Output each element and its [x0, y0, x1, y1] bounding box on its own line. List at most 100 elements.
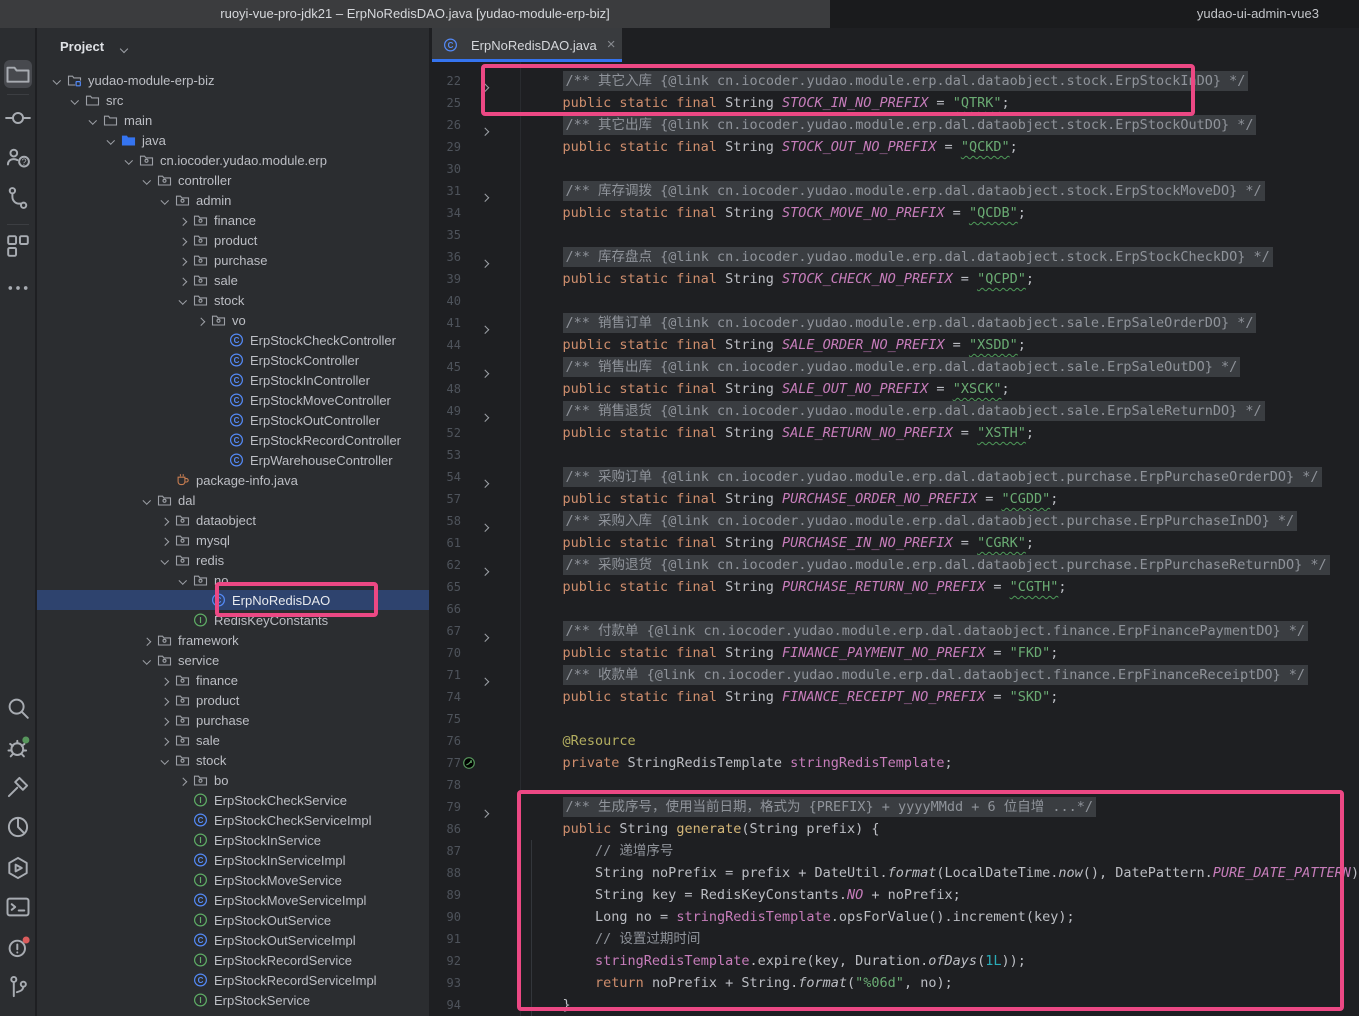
chevron-down-icon[interactable]: [156, 751, 174, 769]
tree-item-no[interactable]: no: [37, 570, 429, 590]
code-line-70[interactable]: 70 public static final String FINANCE_PA…: [430, 642, 1359, 664]
structure-icon[interactable]: [4, 232, 32, 260]
code-line-79[interactable]: 79 /** 生成序号，使用当前日期，格式为 {PREFIX} + yyyyMM…: [430, 796, 1359, 818]
tree-item-controller[interactable]: controller: [37, 170, 429, 190]
code-line-44[interactable]: 44 public static final String SALE_ORDER…: [430, 334, 1359, 356]
code-line-25[interactable]: 25 public static final String STOCK_IN_N…: [430, 92, 1359, 114]
chevron-right-icon[interactable]: [192, 311, 210, 329]
code-line-53[interactable]: 53: [430, 444, 1359, 466]
tree-item-erpstockcheckservice[interactable]: IErpStockCheckService: [37, 790, 429, 810]
code-line-54[interactable]: 54 /** 采购订单 {@link cn.iocoder.yudao.modu…: [430, 466, 1359, 488]
code-editor[interactable]: 22 /** 其它入库 {@link cn.iocoder.yudao.modu…: [430, 62, 1359, 1016]
code-line-76[interactable]: 76 @Resource: [430, 730, 1359, 752]
chevron-right-icon[interactable]: [156, 691, 174, 709]
chevron-right-icon[interactable]: [156, 671, 174, 689]
chevron-down-icon[interactable]: [156, 551, 174, 569]
tree-item-erpstockcheckserviceimpl[interactable]: CErpStockCheckServiceImpl: [37, 810, 429, 830]
chevron-down-icon[interactable]: [156, 191, 174, 209]
tree-item-cn-iocoder-yudao-module-erp[interactable]: cn.iocoder.yudao.module.erp: [37, 150, 429, 170]
code-line-26[interactable]: 26 /** 其它出库 {@link cn.iocoder.yudao.modu…: [430, 114, 1359, 136]
code-line-92[interactable]: 92 stringRedisTemplate.expire(key, Durat…: [430, 950, 1359, 972]
tree-item-erpwarehousecontroller[interactable]: CErpWarehouseController: [37, 450, 429, 470]
chevron-right-icon[interactable]: [138, 631, 156, 649]
tree-item-admin[interactable]: admin: [37, 190, 429, 210]
code-line-74[interactable]: 74 public static final String FINANCE_RE…: [430, 686, 1359, 708]
chevron-down-icon[interactable]: [138, 171, 156, 189]
code-line-57[interactable]: 57 public static final String PURCHASE_O…: [430, 488, 1359, 510]
chevron-down-icon[interactable]: [84, 111, 102, 129]
code-line-94[interactable]: 94 }: [430, 994, 1359, 1016]
chevron-down-icon[interactable]: [138, 651, 156, 669]
tab-close-icon[interactable]: ×: [607, 38, 616, 52]
problems-icon[interactable]: [4, 933, 32, 961]
chevron-right-icon[interactable]: [174, 771, 192, 789]
tree-item-framework[interactable]: framework: [37, 630, 429, 650]
tree-item-service[interactable]: service: [37, 650, 429, 670]
chevron-down-icon[interactable]: [120, 151, 138, 169]
pull-requests-icon[interactable]: ?: [4, 144, 32, 172]
chevron-down-icon[interactable]: [102, 131, 120, 149]
code-line-91[interactable]: 91 // 设置过期时间: [430, 928, 1359, 950]
tree-item-erpnoredisdao[interactable]: CErpNoRedisDAO: [37, 590, 429, 610]
chevron-down-icon[interactable]: [66, 91, 84, 109]
project-icon[interactable]: [4, 60, 32, 88]
code-line-35[interactable]: 35: [430, 224, 1359, 246]
tree-item-finance[interactable]: finance: [37, 210, 429, 230]
tree-item-erpstockincontroller[interactable]: CErpStockInController: [37, 370, 429, 390]
background-window-title[interactable]: yudao-ui-admin-vue3: [830, 0, 1359, 28]
project-panel-header[interactable]: Project: [37, 28, 429, 68]
tree-item-erpstockcontroller[interactable]: CErpStockController: [37, 350, 429, 370]
tree-item-dal[interactable]: dal: [37, 490, 429, 510]
code-line-78[interactable]: 78: [430, 774, 1359, 796]
tree-item-sale[interactable]: sale: [37, 730, 429, 750]
code-line-61[interactable]: 61 public static final String PURCHASE_I…: [430, 532, 1359, 554]
code-line-67[interactable]: 67 /** 付款单 {@link cn.iocoder.yudao.modul…: [430, 620, 1359, 642]
code-line-48[interactable]: 48 public static final String SALE_OUT_N…: [430, 378, 1359, 400]
chevron-right-icon[interactable]: [156, 531, 174, 549]
chevron-right-icon[interactable]: [156, 711, 174, 729]
code-line-71[interactable]: 71 /** 收款单 {@link cn.iocoder.yudao.modul…: [430, 664, 1359, 686]
code-line-90[interactable]: 90 Long no = stringRedisTemplate.opsForV…: [430, 906, 1359, 928]
code-line-58[interactable]: 58 /** 采购入库 {@link cn.iocoder.yudao.modu…: [430, 510, 1359, 532]
debug-icon[interactable]: [4, 733, 32, 761]
tree-item-product[interactable]: product: [37, 230, 429, 250]
chevron-right-icon[interactable]: [156, 731, 174, 749]
more-tool-windows-icon[interactable]: [4, 274, 32, 302]
code-line-77[interactable]: 77 private StringRedisTemplate stringRed…: [430, 752, 1359, 774]
tree-item-erpstockmovecontroller[interactable]: CErpStockMoveController: [37, 390, 429, 410]
spring-bean-icon[interactable]: [462, 756, 476, 770]
tree-item-main[interactable]: main: [37, 110, 429, 130]
chevron-right-icon[interactable]: [174, 271, 192, 289]
tree-item-finance[interactable]: finance: [37, 670, 429, 690]
code-line-89[interactable]: 89 String key = RedisKeyConstants.NO + n…: [430, 884, 1359, 906]
chevron-down-icon[interactable]: [48, 71, 66, 89]
profiler-icon[interactable]: [4, 813, 32, 841]
code-line-66[interactable]: 66: [430, 598, 1359, 620]
tab-erpnoredisdao[interactable]: C ErpNoRedisDAO.java ×: [432, 28, 622, 62]
chevron-right-icon[interactable]: [174, 211, 192, 229]
code-line-34[interactable]: 34 public static final String STOCK_MOVE…: [430, 202, 1359, 224]
tree-item-erpstockinservice[interactable]: IErpStockInService: [37, 830, 429, 850]
tree-item-erpstockrecordserviceimpl[interactable]: CErpStockRecordServiceImpl: [37, 970, 429, 990]
code-line-93[interactable]: 93 return noPrefix + String.format("%06d…: [430, 972, 1359, 994]
tree-item-sale[interactable]: sale: [37, 270, 429, 290]
search-icon[interactable]: [4, 694, 32, 722]
code-line-87[interactable]: 87 // 递增序号: [430, 840, 1359, 862]
tree-item-erpstockoutservice[interactable]: IErpStockOutService: [37, 910, 429, 930]
code-line-31[interactable]: 31 /** 库存调拨 {@link cn.iocoder.yudao.modu…: [430, 180, 1359, 202]
tree-item-erpstockinserviceimpl[interactable]: CErpStockInServiceImpl: [37, 850, 429, 870]
version-control-icon[interactable]: [4, 973, 32, 1001]
code-line-36[interactable]: 36 /** 库存盘点 {@link cn.iocoder.yudao.modu…: [430, 246, 1359, 268]
tree-item-package-info-java[interactable]: package-info.java: [37, 470, 429, 490]
tree-item-purchase[interactable]: purchase: [37, 710, 429, 730]
tree-item-stock[interactable]: stock: [37, 290, 429, 310]
code-line-39[interactable]: 39 public static final String STOCK_CHEC…: [430, 268, 1359, 290]
tree-item-erpstockoutserviceimpl[interactable]: CErpStockOutServiceImpl: [37, 930, 429, 950]
tree-item-erpstockservice[interactable]: IErpStockService: [37, 990, 429, 1010]
tree-item-erpstockrecordservice[interactable]: IErpStockRecordService: [37, 950, 429, 970]
tree-item-mysql[interactable]: mysql: [37, 530, 429, 550]
commit-icon[interactable]: [4, 104, 32, 132]
tree-item-yudao-module-erp-biz[interactable]: yudao-module-erp-biz: [37, 70, 429, 90]
build-icon[interactable]: [4, 773, 32, 801]
services-icon[interactable]: [4, 854, 32, 882]
